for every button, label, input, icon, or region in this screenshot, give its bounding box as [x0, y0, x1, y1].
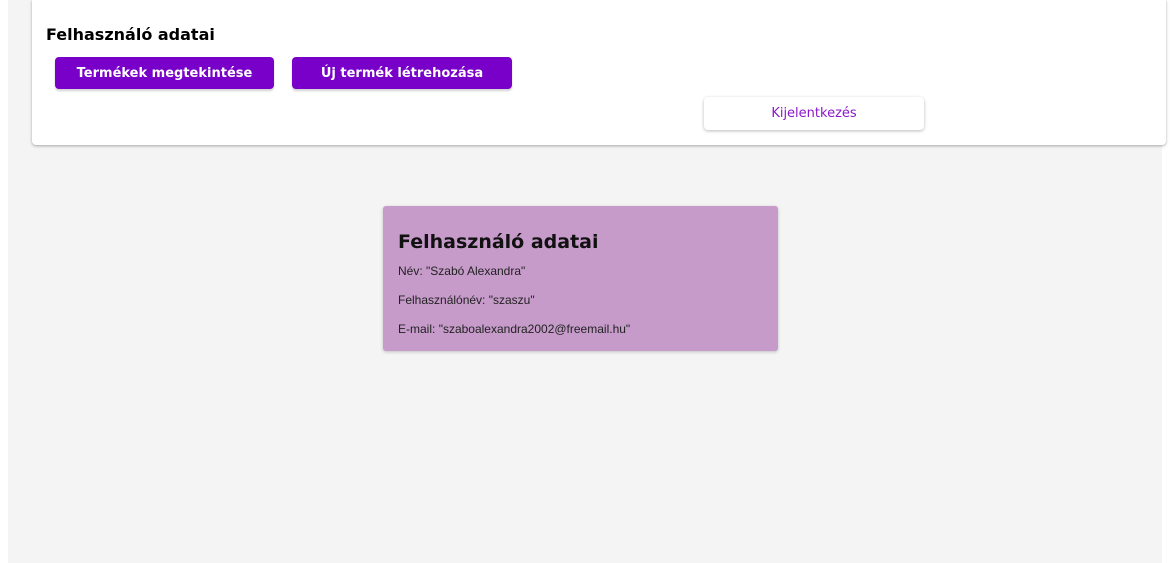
- new-product-button[interactable]: Új termék létrehozása: [292, 57, 512, 89]
- logout-button[interactable]: Kijelentkezés: [704, 97, 924, 130]
- user-username-line: Felhasználónév: "szaszu": [398, 293, 535, 307]
- user-email-value: "szaboalexandra2002@freemail.hu": [438, 322, 631, 336]
- page-background: Felhasználó adatai Termékek megtekintése…: [8, 0, 1166, 563]
- view-products-button[interactable]: Termékek megtekintése: [55, 57, 274, 89]
- user-username-label: Felhasználónév:: [398, 293, 486, 307]
- user-email-label: E-mail:: [398, 322, 436, 336]
- user-name-line: Név: "Szabó Alexandra": [398, 264, 525, 278]
- user-email-line: E-mail: "szaboalexandra2002@freemail.hu": [398, 322, 630, 336]
- user-details-card: Felhasználó adatai Név: "Szabó Alexandra…: [383, 206, 778, 351]
- header-card: Felhasználó adatai Termékek megtekintése…: [32, 0, 1166, 145]
- header-title: Felhasználó adatai: [46, 25, 215, 44]
- user-name-value: "Szabó Alexandra": [426, 264, 526, 278]
- user-card-title: Felhasználó adatai: [398, 231, 599, 253]
- user-username-value: "szaszu": [488, 293, 535, 307]
- user-name-label: Név:: [398, 264, 423, 278]
